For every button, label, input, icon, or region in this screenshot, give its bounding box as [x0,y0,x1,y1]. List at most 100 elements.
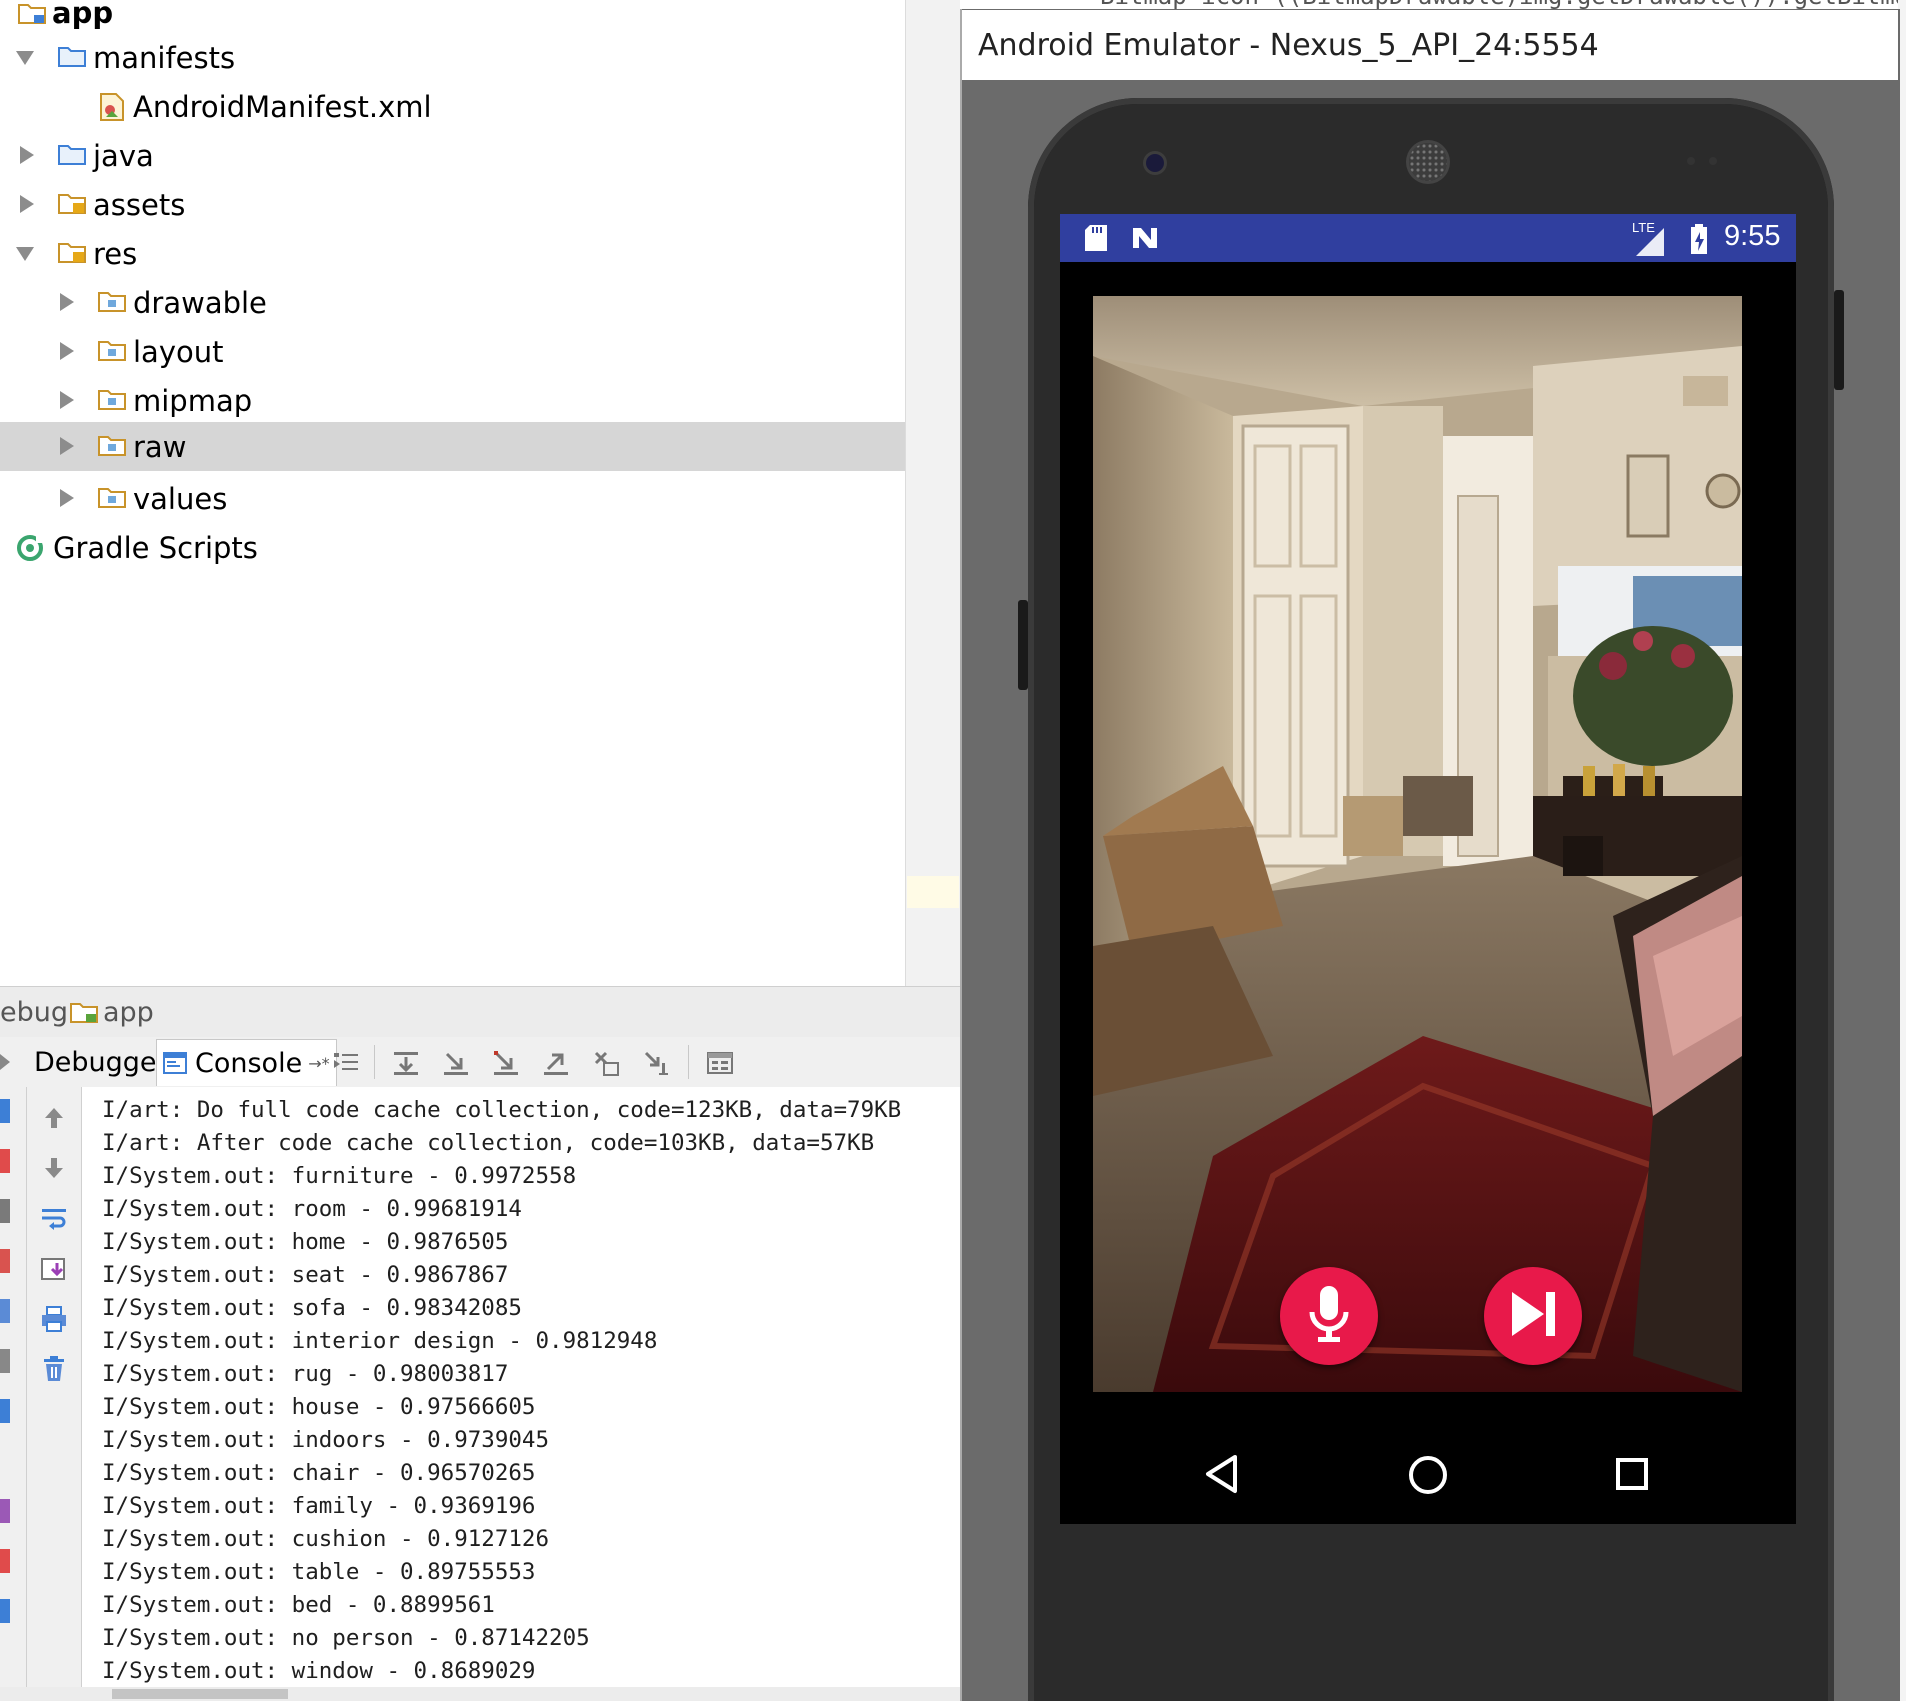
expand-arrow-icon[interactable] [16,247,34,261]
console-line: I/System.out: cushion - 0.9127126 [102,1526,550,1552]
settings-icon[interactable] [0,1399,10,1423]
debug-panel-header: ebug app [0,986,960,1038]
camera-preview-image [1093,296,1742,1392]
restore-layout-icon[interactable] [0,1349,10,1373]
tab-debugger[interactable]: Debugger [28,1039,174,1085]
tree-item-android-manifest[interactable]: AndroidManifest.xml [0,82,905,131]
tree-item-assets[interactable]: assets [0,180,905,229]
scroll-to-end-icon[interactable] [40,1255,68,1287]
expand-arrow-icon[interactable] [60,437,74,455]
manifest-file-icon [98,92,126,121]
console-line: I/art: After code cache collection, code… [102,1130,875,1156]
scroll-down-icon[interactable] [41,1155,67,1185]
power-button[interactable] [1834,290,1844,390]
tree-label: raw [133,429,187,464]
tree-item-java[interactable]: java [0,131,905,180]
mute-breakpoints-icon[interactable] [0,1249,10,1273]
print-icon[interactable] [40,1305,68,1337]
tree-label: drawable [133,285,267,320]
soft-wrap-icon[interactable] [40,1205,68,1237]
sd-card-icon [1084,224,1108,256]
expand-arrow-icon[interactable] [20,146,34,164]
status-bar: LTE [1060,214,1796,262]
console-line: I/System.out: indoors - 0.9739045 [102,1427,550,1453]
expand-arrow-icon[interactable] [16,51,34,65]
console-line: I/System.out: room - 0.99681914 [102,1196,522,1222]
debug-toolbar: Debugger Console →* [0,1037,960,1088]
resource-folder-icon [58,192,86,214]
step-over-icon[interactable] [392,1049,420,1077]
expand-arrow-icon[interactable] [20,195,34,213]
toolbar-divider [688,1045,689,1079]
scroll-up-icon[interactable] [41,1105,67,1135]
back-icon[interactable] [1204,1454,1238,1498]
expand-arrow-icon[interactable] [60,391,74,409]
nougat-icon [1130,224,1160,256]
expand-arrow-icon[interactable] [60,293,74,311]
pin-tab-icon[interactable] [0,1499,10,1523]
view-breakpoints-icon[interactable] [0,1199,10,1223]
console-line: I/System.out: window - 0.8689029 [102,1658,536,1684]
get-thread-dump-icon[interactable] [0,1299,10,1323]
home-icon[interactable] [1408,1455,1448,1499]
run-to-cursor-icon[interactable] [642,1049,670,1077]
tree-item-mipmap[interactable]: mipmap [0,376,905,425]
close-icon[interactable] [0,1549,10,1573]
tree-item-app[interactable]: app [0,0,905,37]
console-line: I/System.out: house - 0.97566605 [102,1394,536,1420]
emulator-title-bar[interactable]: Android Emulator - Nexus_5_API_24:5554 [962,10,1898,80]
run-config-name[interactable]: app [103,997,154,1028]
recents-icon[interactable] [1615,1457,1649,1495]
gradle-icon [16,534,44,562]
console-line: I/System.out: furniture - 0.9972558 [102,1163,577,1189]
console-line: I/System.out: family - 0.9369196 [102,1493,536,1519]
mic-button[interactable] [1280,1267,1378,1365]
resume-icon[interactable] [0,1054,10,1070]
tree-label: res [93,236,138,271]
tree-label: mipmap [133,383,253,418]
tab-label: Debugger [34,1046,168,1078]
expand-arrow-icon[interactable] [60,342,74,360]
signal-icon [1636,226,1664,260]
earpiece-speaker-icon [1409,143,1447,181]
expand-arrow-icon[interactable] [60,489,74,507]
folder-icon [98,290,126,312]
help-icon[interactable] [0,1599,10,1623]
battery-icon [1690,224,1708,258]
tree-item-gradle-scripts[interactable]: Gradle Scripts [0,523,905,572]
project-tree: app manifests AndroidManifest.xml java a… [0,0,905,986]
step-into-icon[interactable] [442,1049,470,1077]
show-execution-point-icon[interactable] [332,1049,360,1077]
mic-icon [1305,1284,1353,1348]
console-toolbar [27,1087,82,1701]
clear-all-icon[interactable] [40,1355,68,1387]
tree-item-manifests[interactable]: manifests [0,33,905,82]
tree-item-values[interactable]: values [0,474,905,523]
folder-icon [58,45,86,67]
tree-item-raw[interactable]: raw [0,422,905,471]
drop-frame-icon[interactable] [592,1049,620,1077]
console-line: I/art: Do full code cache collection, co… [102,1097,902,1123]
pin-icon[interactable]: →* [308,1054,329,1073]
rerun-icon[interactable] [0,1099,10,1123]
scrollbar-thumb[interactable] [112,1689,288,1699]
resource-folder-icon [58,241,86,263]
console-line: I/System.out: interior design - 0.981294… [102,1328,658,1354]
console-line: I/System.out: seat - 0.9867867 [102,1262,509,1288]
force-step-into-icon[interactable] [492,1049,520,1077]
tab-console[interactable]: Console →* [156,1039,337,1086]
tree-label: values [133,481,228,516]
tree-item-res[interactable]: res [0,229,905,278]
evaluate-expression-icon[interactable] [706,1049,734,1077]
next-button[interactable] [1484,1267,1582,1365]
front-camera-icon [1146,154,1164,172]
editor-gutter [905,0,961,986]
stop-icon[interactable] [0,1149,10,1173]
tree-item-drawable[interactable]: drawable [0,278,905,327]
console-output[interactable]: I/art: Do full code cache collection, co… [82,1087,960,1687]
tab-label: Console [195,1047,303,1079]
debug-side-toolbar [0,1087,27,1701]
volume-button[interactable] [1018,600,1028,690]
tree-item-layout[interactable]: layout [0,327,905,376]
step-out-icon[interactable] [542,1049,570,1077]
